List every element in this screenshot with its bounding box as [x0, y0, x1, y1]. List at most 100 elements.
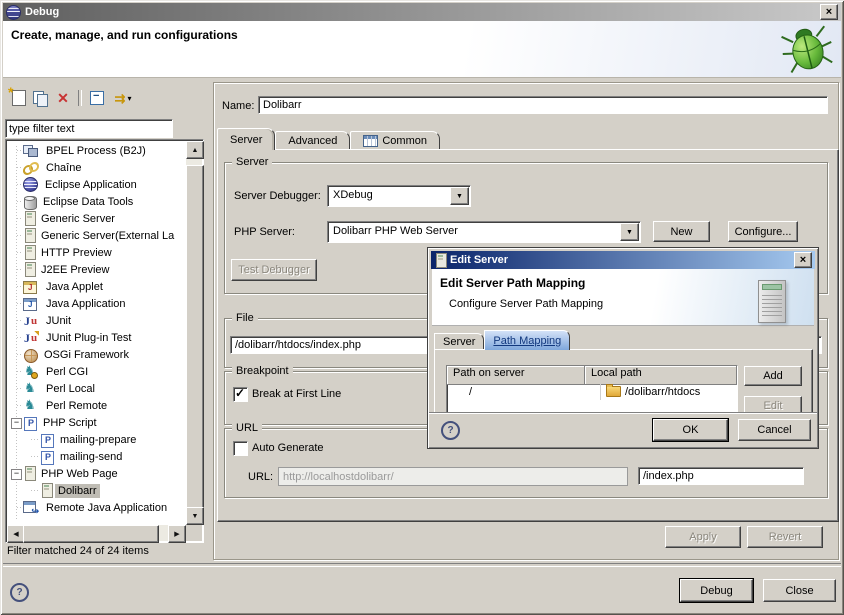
revert-button[interactable]: Revert	[747, 526, 823, 548]
tree-item[interactable]: BPEL Process (B2J)	[7, 142, 186, 159]
new-server-button[interactable]: New	[653, 221, 710, 242]
tree-item[interactable]: Generic Server(External La	[7, 227, 186, 244]
dialog-help-icon[interactable]: ?	[441, 421, 460, 440]
server-debugger-select[interactable]: XDebug ▼	[327, 185, 471, 207]
perl-icon	[23, 399, 39, 413]
server-icon	[25, 245, 36, 260]
dialog-header-subtitle: Configure Server Path Mapping	[449, 298, 603, 310]
collapse-all-button[interactable]	[86, 88, 108, 108]
mapping-row[interactable]: //dolibarr/htdocs	[447, 383, 737, 400]
filter-button[interactable]: ⇉▾	[108, 88, 138, 108]
table-header: Path on server Local path	[447, 366, 737, 383]
filter-input[interactable]	[5, 119, 173, 138]
tab-advanced[interactable]: Advanced	[275, 131, 350, 150]
tree-horizontal-scrollbar[interactable]: ◀ ▶	[7, 525, 186, 541]
debug-button[interactable]: Debug	[680, 579, 753, 602]
tree-item-label: Dolibarr	[55, 484, 100, 498]
tree-item-label: Perl Remote	[43, 399, 110, 413]
dialog-close-button[interactable]: ×	[794, 252, 812, 268]
server-icon	[25, 211, 36, 226]
tree-item[interactable]: Perl CGI	[7, 363, 186, 380]
tree-item[interactable]: Eclipse Application	[7, 176, 186, 193]
tree-item[interactable]: Perl Remote	[7, 397, 186, 414]
tree-item[interactable]: J2EE Preview	[7, 261, 186, 278]
tree-item[interactable]: Generic Server	[7, 210, 186, 227]
name-input[interactable]	[258, 96, 828, 114]
scroll-right-icon[interactable]: ▶	[168, 525, 186, 543]
filter-status: Filter matched 24 of 24 items	[7, 545, 149, 557]
delete-button[interactable]: ✕	[52, 88, 74, 108]
tree-item-label: JUnit Plug-in Test	[43, 331, 134, 345]
collapse-toggle-icon[interactable]: −	[11, 469, 22, 480]
new-configuration-button[interactable]	[8, 88, 30, 108]
auto-generate-checkbox[interactable]	[233, 441, 248, 456]
break-first-line-checkbox[interactable]	[233, 387, 248, 402]
ok-button[interactable]: OK	[653, 419, 728, 441]
page-title: Create, manage, and run configurations	[11, 28, 238, 42]
test-debugger-button[interactable]: Test Debugger	[231, 259, 317, 281]
tree-item[interactable]: HTTP Preview	[7, 244, 186, 261]
tree-vertical-scrollbar[interactable]: ▲ ▼	[186, 141, 202, 525]
combo-arrow-icon[interactable]: ▼	[620, 223, 639, 241]
tree-item[interactable]: −PHP Script	[7, 414, 186, 431]
tab-server[interactable]: Server	[217, 128, 275, 150]
tree-item[interactable]: − PHP Web Page	[7, 465, 186, 482]
tree-item[interactable]: Dolibarr	[7, 482, 186, 499]
tab-label: Path Mapping	[493, 335, 561, 347]
debug-window: Debug × Create, manage, and run configur…	[0, 0, 844, 615]
tree-item[interactable]: Eclipse Data Tools	[7, 193, 186, 210]
tree-item-label: Remote Java Application	[43, 501, 170, 515]
tree-item-label: Perl CGI	[43, 365, 91, 379]
tree-item[interactable]: JUnit	[7, 312, 186, 329]
local-path-value: /dolibarr/htdocs	[625, 386, 700, 398]
tree-item[interactable]: OSGi Framework	[7, 346, 186, 363]
scrollbar-thumb[interactable]	[186, 165, 204, 509]
tree-item-label: Eclipse Data Tools	[40, 195, 136, 209]
configure-server-button[interactable]: Configure...	[728, 221, 798, 242]
collapse-toggle-icon[interactable]: −	[11, 418, 22, 429]
close-icon: ×	[826, 7, 832, 17]
duplicate-button[interactable]	[30, 88, 52, 108]
url-path-input[interactable]	[638, 467, 804, 485]
title-bar[interactable]: Debug ×	[3, 3, 841, 21]
dialog-tab-server[interactable]: Server	[434, 333, 484, 350]
cancel-button[interactable]: Cancel	[738, 419, 811, 441]
tree-item[interactable]: mailing-prepare	[7, 431, 186, 448]
process-icon	[23, 144, 39, 158]
break-first-line-label: Break at First Line	[252, 388, 341, 400]
tree-item-label: PHP Web Page	[38, 467, 121, 481]
tree-item[interactable]: mailing-send	[7, 448, 186, 465]
tree-item-label: JUnit	[43, 314, 74, 328]
tab-common[interactable]: Common	[350, 131, 440, 150]
column-local-path[interactable]: Local path	[585, 366, 737, 385]
dialog-title-bar[interactable]: Edit Server ×	[431, 251, 815, 269]
close-button[interactable]: Close	[763, 579, 836, 602]
config-tree: BPEL Process (B2J)ChaîneEclipse Applicat…	[7, 142, 186, 525]
scroll-up-icon[interactable]: ▲	[186, 141, 204, 159]
apply-button[interactable]: Apply	[665, 526, 741, 548]
table-icon	[363, 135, 378, 147]
dialog-tab-path-mapping[interactable]: Path Mapping	[484, 330, 570, 350]
scroll-down-icon[interactable]: ▼	[186, 507, 204, 525]
server-debugger-label: Server Debugger:	[234, 190, 321, 202]
collapse-all-icon	[90, 91, 104, 105]
tree-item[interactable]: Perl Local	[7, 380, 186, 397]
url-label: URL:	[248, 471, 273, 483]
tree-item-label: mailing-prepare	[57, 433, 139, 447]
tree-item[interactable]: Chaîne	[7, 159, 186, 176]
help-icon[interactable]: ?	[10, 583, 29, 602]
bug-icon	[776, 17, 839, 78]
php-server-select[interactable]: Dolibarr PHP Web Server ▼	[327, 221, 641, 243]
server-icon	[436, 253, 447, 268]
tree-item[interactable]: Remote Java Application	[7, 499, 186, 516]
add-mapping-button[interactable]: Add	[744, 366, 802, 386]
tree-item[interactable]: Java Applet	[7, 278, 186, 295]
folder-icon	[606, 386, 621, 397]
header-banner: Create, manage, and run configurations	[3, 21, 841, 78]
combo-arrow-icon[interactable]: ▼	[450, 187, 469, 205]
tab-bar: Server Advanced Common	[217, 129, 440, 150]
tree-item[interactable]: JUnit Plug-in Test	[7, 329, 186, 346]
tree-item[interactable]: Java Application	[7, 295, 186, 312]
scrollbar-thumb[interactable]	[23, 525, 159, 543]
tab-label: Advanced	[288, 135, 337, 147]
